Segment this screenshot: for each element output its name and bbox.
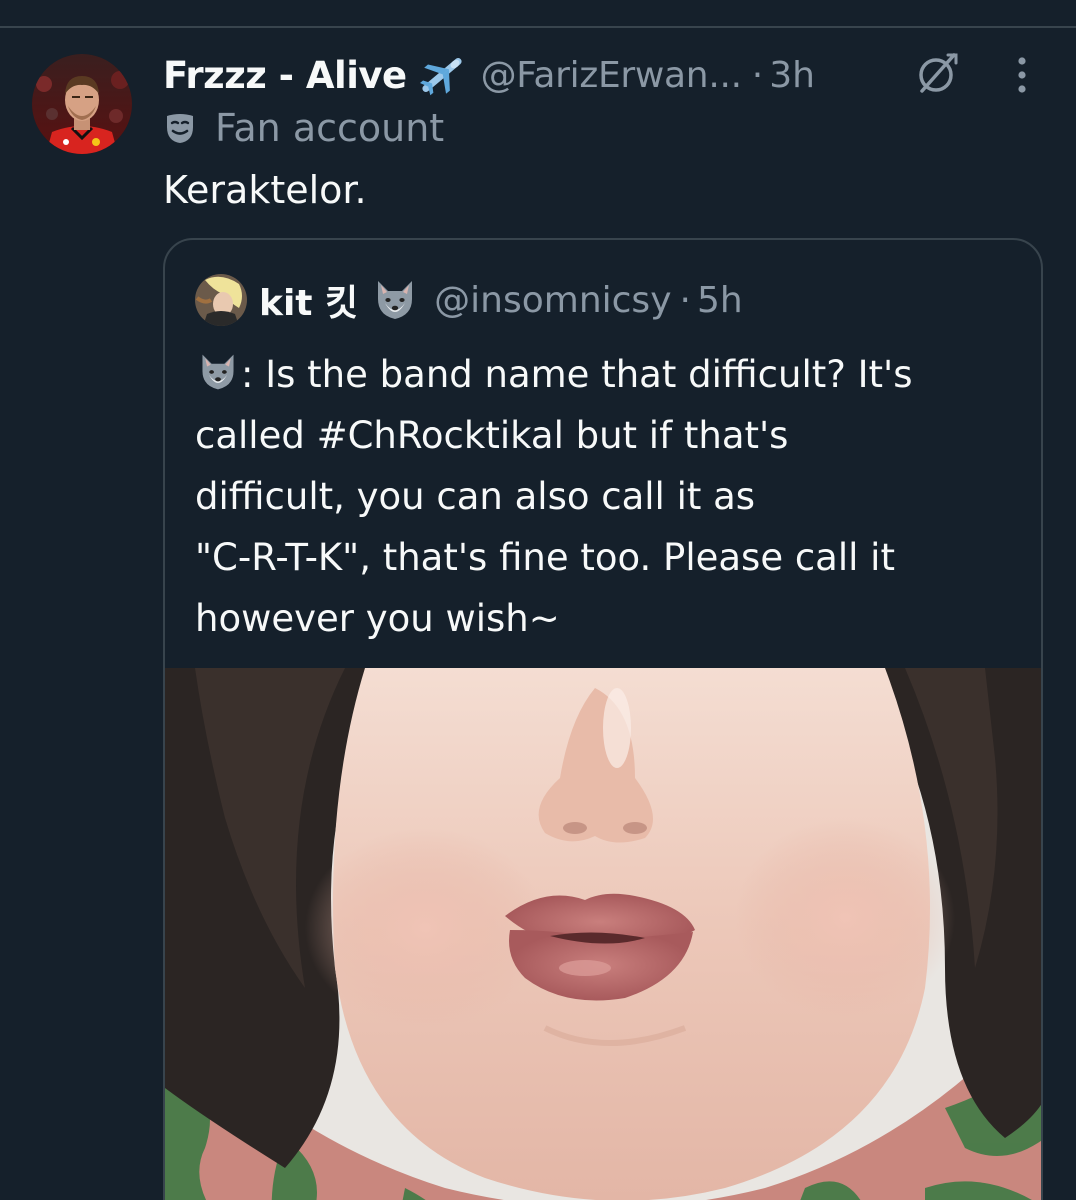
tweet-header: Frzzz - Alive @FarizErwan... · 3h [163, 48, 815, 102]
quoted-text-line: however you wish~ [195, 597, 560, 640]
tweet-text: Keraktelor. [163, 168, 367, 212]
quoted-tweet-time[interactable]: 5h [697, 280, 743, 321]
airplane-emoji-icon [417, 52, 467, 98]
theater-mask-icon [163, 111, 197, 145]
quoted-text-line: "C-R-T-K", that's fine too. Please call … [195, 536, 895, 579]
wolf-emoji-icon [195, 350, 241, 392]
separator-dot: · [751, 54, 764, 96]
quoted-text-line: : Is the band name that difficult? It's [195, 344, 1025, 405]
quoted-author-avatar[interactable] [195, 274, 247, 326]
tweet-time[interactable]: 3h [769, 55, 815, 96]
top-divider [0, 26, 1076, 28]
author-avatar[interactable] [32, 54, 132, 154]
quoted-tweet-media[interactable] [165, 668, 1041, 1200]
quoted-text-line: called #ChRocktikal but if that's [195, 414, 789, 457]
wolf-emoji-icon [372, 277, 418, 323]
grok-icon[interactable] [912, 49, 962, 99]
account-label[interactable]: Fan account [163, 104, 444, 152]
quoted-tweet-text: : Is the band name that difficult? It's … [195, 344, 1025, 649]
quoted-tweet-header: kit 킷 @insomnicsy · 5h [195, 270, 743, 330]
more-options-icon[interactable] [1012, 56, 1032, 94]
account-label-text: Fan account [215, 106, 445, 150]
quoted-tweet-card[interactable]: kit 킷 @insomnicsy · 5h: Is the band nam… [163, 238, 1043, 1200]
quoted-text-segment: : Is the band name that difficult? It's [241, 353, 913, 396]
author-display-name[interactable]: Frzzz - Alive [163, 54, 407, 97]
quoted-author-display-name[interactable]: kit 킷 [259, 274, 358, 326]
author-handle[interactable]: @FarizErwan... [481, 55, 742, 96]
quoted-author-handle[interactable]: @insomnicsy [434, 280, 671, 321]
quoted-text-line: difficult, you can also call it as [195, 475, 756, 518]
quoted-separator-dot: · [679, 279, 691, 321]
tweet-detail-view: Frzzz - Alive @FarizErwan... · 3h Fan ac… [0, 0, 1076, 1200]
